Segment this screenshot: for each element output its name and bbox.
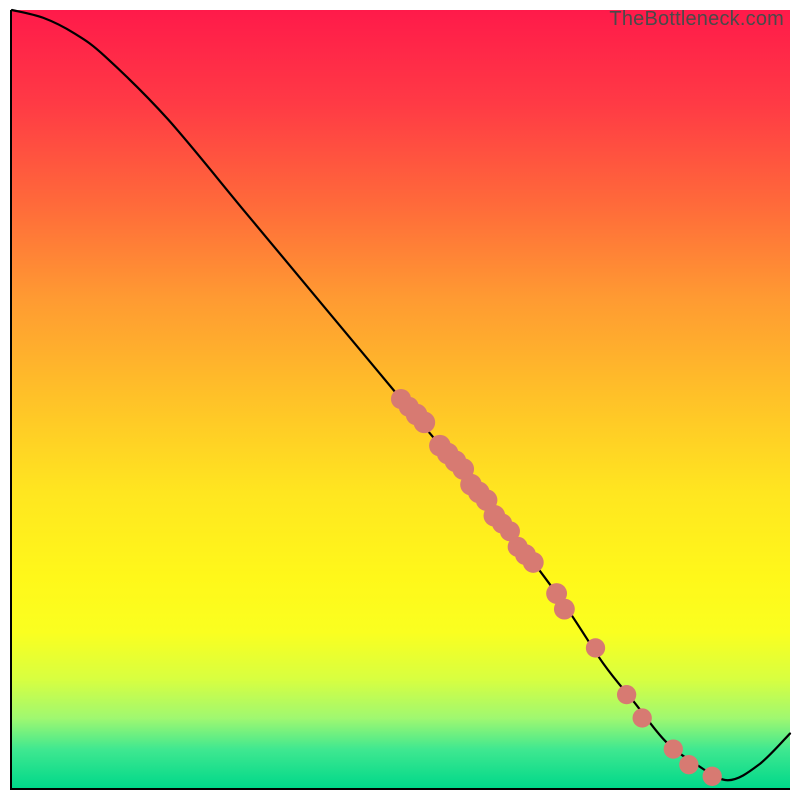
marker-point bbox=[664, 739, 683, 758]
marker-point bbox=[679, 755, 698, 774]
marker-group bbox=[391, 389, 722, 786]
marker-point bbox=[633, 708, 652, 727]
marker-point bbox=[523, 552, 544, 573]
chart-svg bbox=[12, 10, 790, 788]
marker-point bbox=[554, 599, 575, 620]
marker-point bbox=[414, 412, 436, 434]
marker-point bbox=[586, 638, 605, 657]
bottleneck-chart: TheBottleneck.com bbox=[0, 0, 800, 800]
watermark-text: TheBottleneck.com bbox=[609, 8, 784, 31]
marker-point bbox=[703, 767, 722, 786]
plot-area: TheBottleneck.com bbox=[10, 10, 790, 790]
marker-point bbox=[617, 685, 636, 704]
